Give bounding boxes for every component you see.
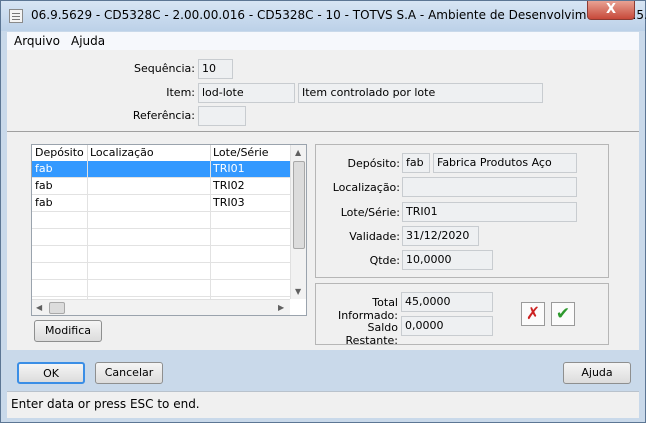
item-code-field[interactable]: lod-lote bbox=[198, 83, 295, 103]
col-lote[interactable]: Lote/Série bbox=[213, 146, 269, 159]
referencia-label: Referência: bbox=[132, 109, 195, 122]
scroll-thumb[interactable] bbox=[49, 302, 65, 314]
column-divider bbox=[87, 145, 88, 161]
scroll-down-icon[interactable]: ▼ bbox=[295, 287, 301, 296]
grid-line bbox=[210, 161, 211, 299]
total-informado-label: Total Informado: bbox=[337, 296, 398, 322]
empty-row bbox=[32, 280, 290, 297]
localizacao-label: Localização: bbox=[332, 181, 400, 194]
scroll-right-icon[interactable]: ▶ bbox=[278, 303, 284, 312]
title-bar[interactable]: 06.9.5629 - CD5328C - 2.00.00.016 - CD53… bbox=[1, 1, 646, 31]
totals-panel: Total Informado: 45,0000 Saldo Restante:… bbox=[315, 283, 609, 347]
table-row[interactable]: fab TRI02 bbox=[32, 178, 290, 195]
lote-label: Lote/Série: bbox=[340, 206, 400, 219]
ok-button[interactable]: OK bbox=[17, 362, 85, 384]
column-divider bbox=[210, 145, 211, 161]
detail-panel: Depósito: fab Fabrica Produtos Aço Local… bbox=[315, 144, 609, 278]
saldo-restante-label: Saldo Restante: bbox=[345, 321, 398, 347]
localizacao-field[interactable] bbox=[402, 177, 577, 197]
total-informado-field[interactable]: 45,0000 bbox=[401, 292, 493, 312]
main-area: Sequência: 10 Item: lod-lote Item contro… bbox=[7, 50, 639, 350]
grid-header: Depósito Localização Lote/Série bbox=[32, 145, 290, 162]
cell-lote: TRI02 bbox=[213, 179, 245, 192]
col-deposito[interactable]: Depósito bbox=[35, 146, 84, 159]
close-button[interactable]: X bbox=[587, 1, 635, 20]
modifica-button[interactable]: Modifica bbox=[34, 320, 102, 342]
cell-lote: TRI03 bbox=[213, 196, 245, 209]
empty-row bbox=[32, 263, 290, 280]
cancelar-button[interactable]: Cancelar bbox=[95, 362, 163, 384]
cell-deposito: fab bbox=[35, 179, 53, 192]
divider bbox=[7, 131, 639, 132]
item-label: Item: bbox=[166, 86, 195, 99]
menu-arquivo[interactable]: Arquivo bbox=[14, 34, 60, 48]
vertical-scrollbar[interactable]: ▲ ▼ bbox=[290, 145, 306, 299]
app-icon bbox=[9, 9, 23, 23]
cell-lote: TRI01 bbox=[213, 162, 245, 175]
table-row[interactable]: fab TRI03 bbox=[32, 195, 290, 212]
cancel-x-icon[interactable]: ✗ bbox=[521, 302, 545, 326]
validade-label: Validade: bbox=[349, 230, 400, 243]
referencia-field[interactable] bbox=[198, 106, 246, 126]
cell-deposito: fab bbox=[35, 196, 53, 209]
lot-grid[interactable]: Depósito Localização Lote/Série fab TRI0… bbox=[31, 144, 307, 316]
qtde-label: Qtde: bbox=[369, 254, 400, 267]
ajuda-button[interactable]: Ajuda bbox=[563, 362, 631, 384]
empty-row bbox=[32, 229, 290, 246]
lote-field[interactable]: TRI01 bbox=[402, 202, 577, 222]
empty-row bbox=[32, 212, 290, 229]
sequencia-field[interactable]: 10 bbox=[198, 59, 233, 79]
saldo-restante-field[interactable]: 0,0000 bbox=[401, 316, 493, 336]
scroll-up-icon[interactable]: ▲ bbox=[295, 148, 301, 157]
menu-bar: Arquivo Ajuda bbox=[7, 32, 639, 51]
validade-field[interactable]: 31/12/2020 bbox=[402, 226, 479, 246]
confirm-check-icon[interactable]: ✔ bbox=[551, 302, 575, 326]
deposito-desc-field[interactable]: Fabrica Produtos Aço bbox=[433, 153, 577, 173]
dialog-window: 06.9.5629 - CD5328C - 2.00.00.016 - CD53… bbox=[0, 0, 646, 423]
window-title: 06.9.5629 - CD5328C - 2.00.00.016 - CD53… bbox=[31, 8, 646, 22]
button-bar: OK Cancelar Ajuda bbox=[7, 353, 639, 389]
grid-line bbox=[87, 161, 88, 299]
sequencia-label: Sequência: bbox=[134, 62, 195, 75]
qtde-field[interactable]: 10,0000 bbox=[402, 250, 493, 270]
table-row[interactable]: fab TRI01 bbox=[32, 161, 290, 178]
status-text: Enter data or press ESC to end. bbox=[11, 397, 200, 411]
col-localizacao[interactable]: Localização bbox=[90, 146, 154, 159]
empty-row bbox=[32, 246, 290, 263]
horizontal-scrollbar[interactable]: ◀ ▶ bbox=[32, 299, 290, 315]
deposito-code-field[interactable]: fab bbox=[402, 153, 430, 173]
cell-deposito: fab bbox=[35, 162, 53, 175]
scroll-left-icon[interactable]: ◀ bbox=[36, 303, 42, 312]
scroll-thumb[interactable] bbox=[293, 161, 305, 249]
item-desc-field[interactable]: Item controlado por lote bbox=[298, 83, 543, 103]
deposito-label: Depósito: bbox=[347, 157, 401, 170]
status-bar: Enter data or press ESC to end. bbox=[7, 391, 639, 418]
menu-ajuda[interactable]: Ajuda bbox=[71, 34, 105, 48]
